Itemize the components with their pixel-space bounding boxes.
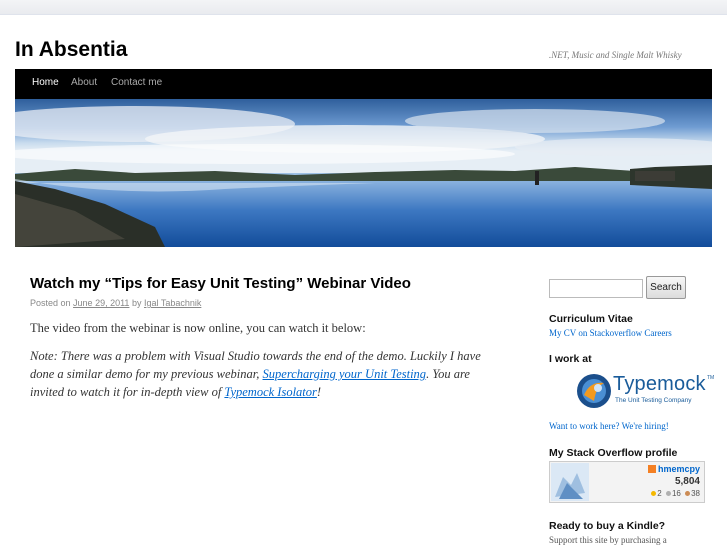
hiring-link[interactable]: Want to work here? We're hiring! <box>549 421 669 431</box>
stackoverflow-username-text: hmemcpy <box>657 464 700 474</box>
typemock-logo[interactable]: Typemock TM The Unit Testing Company <box>576 372 716 410</box>
stackoverflow-flair[interactable]: hmemcpy 5,804 2 16 38 <box>549 461 705 503</box>
gold-badge-icon <box>651 491 657 496</box>
work-widget-title: I work at <box>549 353 592 365</box>
typemock-name: Typemock <box>613 373 706 395</box>
kindle-widget-text: Support this site by purchasing a <box>549 535 667 545</box>
site-tagline: .NET, Music and Single Malt Whisky <box>549 50 682 60</box>
nav-bar: Home About Contact me <box>15 69 712 99</box>
post-title[interactable]: Watch my “Tips for Easy Unit Testing” We… <box>30 275 411 292</box>
cv-widget-title: Curriculum Vitae <box>549 313 633 325</box>
bronze-badge-count: 38 <box>691 489 700 498</box>
lake-landscape-image <box>15 99 712 247</box>
cv-link[interactable]: My CV on Stackoverflow Careers <box>549 328 672 338</box>
search-input[interactable] <box>549 279 643 298</box>
stackoverflow-logo-icon <box>647 465 656 473</box>
stackoverflow-badges: 2 16 38 <box>649 489 700 498</box>
typemock-globe-icon <box>577 374 611 408</box>
typemock-trademark: TM <box>707 375 715 381</box>
silver-badge-count: 16 <box>671 489 681 498</box>
by-label: by <box>131 298 142 308</box>
typemock-isolator-link[interactable]: Typemock Isolator <box>224 385 316 399</box>
post-meta: Posted on June 29, 2011 by Igal Tabachni… <box>30 298 201 308</box>
stackoverflow-widget-title: My Stack Overflow profile <box>549 447 678 459</box>
post-date-link[interactable]: June 29, 2011 <box>73 298 129 308</box>
search-button[interactable]: Search <box>646 276 686 299</box>
stackoverflow-reputation: 5,804 <box>674 476 700 487</box>
typemock-tagline: The Unit Testing Company <box>615 397 692 404</box>
silver-badge-icon <box>665 491 671 496</box>
stackoverflow-username: hmemcpy <box>647 464 700 474</box>
bronze-badge-icon <box>685 491 691 496</box>
nav-item-contact[interactable]: Contact me <box>111 77 162 88</box>
note-text-end: ! <box>316 385 322 399</box>
post-note: Note: There was a problem with Visual St… <box>30 347 505 401</box>
site-title[interactable]: In Absentia <box>15 38 127 62</box>
posted-on-label: Posted on <box>30 298 71 308</box>
kindle-widget-title: Ready to buy a Kindle? <box>549 520 666 532</box>
nav-item-home[interactable]: Home <box>32 77 59 88</box>
nav-item-about[interactable]: About <box>71 77 97 88</box>
supercharging-link[interactable]: Supercharging your Unit Testing <box>263 367 427 381</box>
gold-badge-count: 2 <box>657 489 662 498</box>
header-banner-image <box>15 99 712 247</box>
post-content: The video from the webinar is now online… <box>30 319 505 411</box>
avatar-image <box>551 463 589 501</box>
avatar <box>551 463 589 501</box>
browser-top-strip <box>0 0 727 14</box>
post-author-link[interactable]: Igal Tabachnik <box>144 298 201 308</box>
post-paragraph: The video from the webinar is now online… <box>30 321 366 335</box>
